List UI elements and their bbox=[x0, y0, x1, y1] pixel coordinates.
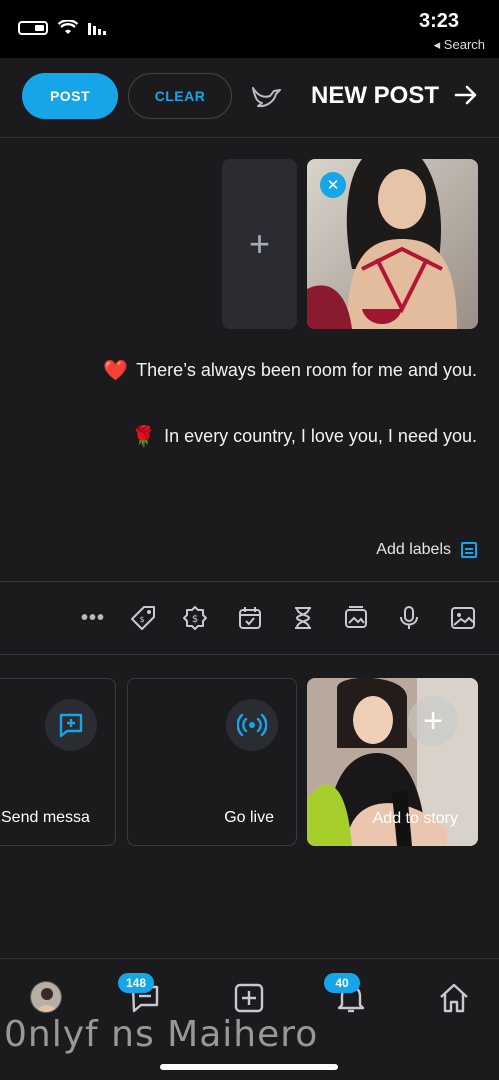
add-labels-button[interactable]: Add labels bbox=[376, 541, 477, 559]
messages-badge: 148 bbox=[118, 973, 154, 993]
image-icon[interactable] bbox=[450, 605, 476, 631]
message-plus-icon bbox=[45, 699, 97, 751]
more-icon[interactable]: ••• bbox=[80, 605, 106, 631]
attached-photo[interactable]: ✕ bbox=[307, 159, 478, 329]
battery-icon bbox=[18, 21, 48, 35]
broadcast-icon bbox=[226, 699, 278, 751]
status-bar: 3:23 ◂ Search bbox=[0, 0, 499, 58]
notifications-badge: 40 bbox=[324, 973, 360, 993]
divider bbox=[0, 654, 499, 655]
microphone-icon[interactable] bbox=[396, 605, 422, 631]
header: POST CLEAR NEW POST bbox=[0, 58, 499, 138]
emoji: 🌹 bbox=[131, 426, 157, 448]
plus-icon: + bbox=[248, 223, 271, 264]
card-label: Go live bbox=[224, 809, 274, 826]
divider bbox=[0, 581, 499, 582]
post-text: In every country, I love you, I need you… bbox=[164, 426, 477, 446]
emoji: ❤️ bbox=[103, 360, 129, 382]
calendar-icon[interactable] bbox=[237, 605, 263, 631]
add-media-button[interactable]: + bbox=[222, 159, 297, 329]
send-message-card[interactable]: Send messa bbox=[0, 678, 116, 846]
post-button[interactable]: POST bbox=[22, 73, 118, 119]
post-text-line[interactable]: ❤️ There’s always been room for me and y… bbox=[103, 358, 477, 383]
remove-photo-button[interactable]: ✕ bbox=[320, 172, 346, 198]
card-label: Send messa bbox=[1, 809, 90, 826]
go-live-card[interactable]: Go live bbox=[127, 678, 297, 846]
post-text: There’s always been room for me and you. bbox=[136, 360, 477, 380]
clear-button[interactable]: CLEAR bbox=[128, 73, 232, 119]
arrow-icon[interactable] bbox=[453, 82, 479, 108]
plus-icon: + bbox=[408, 696, 458, 746]
home-indicator[interactable] bbox=[160, 1064, 338, 1070]
new-post-screen: POST CLEAR NEW POST + ✕ ❤️ There’s alway… bbox=[0, 58, 499, 1080]
hourglass-icon[interactable] bbox=[290, 605, 316, 631]
tip-badge-icon[interactable]: $ bbox=[182, 605, 208, 631]
add-labels-text: Add labels bbox=[376, 541, 451, 558]
status-time: 3:23 bbox=[418, 10, 459, 32]
page-title: NEW POST bbox=[310, 82, 439, 109]
avatar[interactable] bbox=[30, 981, 62, 1013]
card-label: Add to story bbox=[372, 810, 458, 827]
svg-text:$: $ bbox=[139, 615, 144, 624]
wifi-icon bbox=[58, 20, 78, 34]
svg-text:$: $ bbox=[192, 614, 198, 625]
messages-icon[interactable]: 148 bbox=[118, 973, 162, 1015]
labels-icon bbox=[461, 542, 477, 558]
signal-icon bbox=[88, 23, 106, 35]
bell-icon[interactable]: 40 bbox=[324, 973, 368, 1015]
add-to-story-card[interactable]: + Add to story bbox=[307, 678, 478, 846]
bottom-navigation: 148 40 0nlyf ns Maihero bbox=[0, 958, 499, 1080]
back-to-search-link[interactable]: ◂ Search bbox=[434, 37, 485, 53]
close-icon: ✕ bbox=[326, 177, 340, 194]
add-post-icon[interactable] bbox=[232, 981, 266, 1015]
bird-icon[interactable] bbox=[250, 82, 284, 112]
post-text-line[interactable]: 🌹 In every country, I love you, I need y… bbox=[131, 424, 477, 449]
status-icons bbox=[18, 20, 108, 36]
home-icon[interactable] bbox=[437, 981, 471, 1015]
watermark: 0nlyf ns Maihero bbox=[4, 1014, 319, 1055]
image-gallery-icon[interactable] bbox=[343, 605, 369, 631]
price-tag-icon[interactable]: $ bbox=[130, 605, 156, 631]
